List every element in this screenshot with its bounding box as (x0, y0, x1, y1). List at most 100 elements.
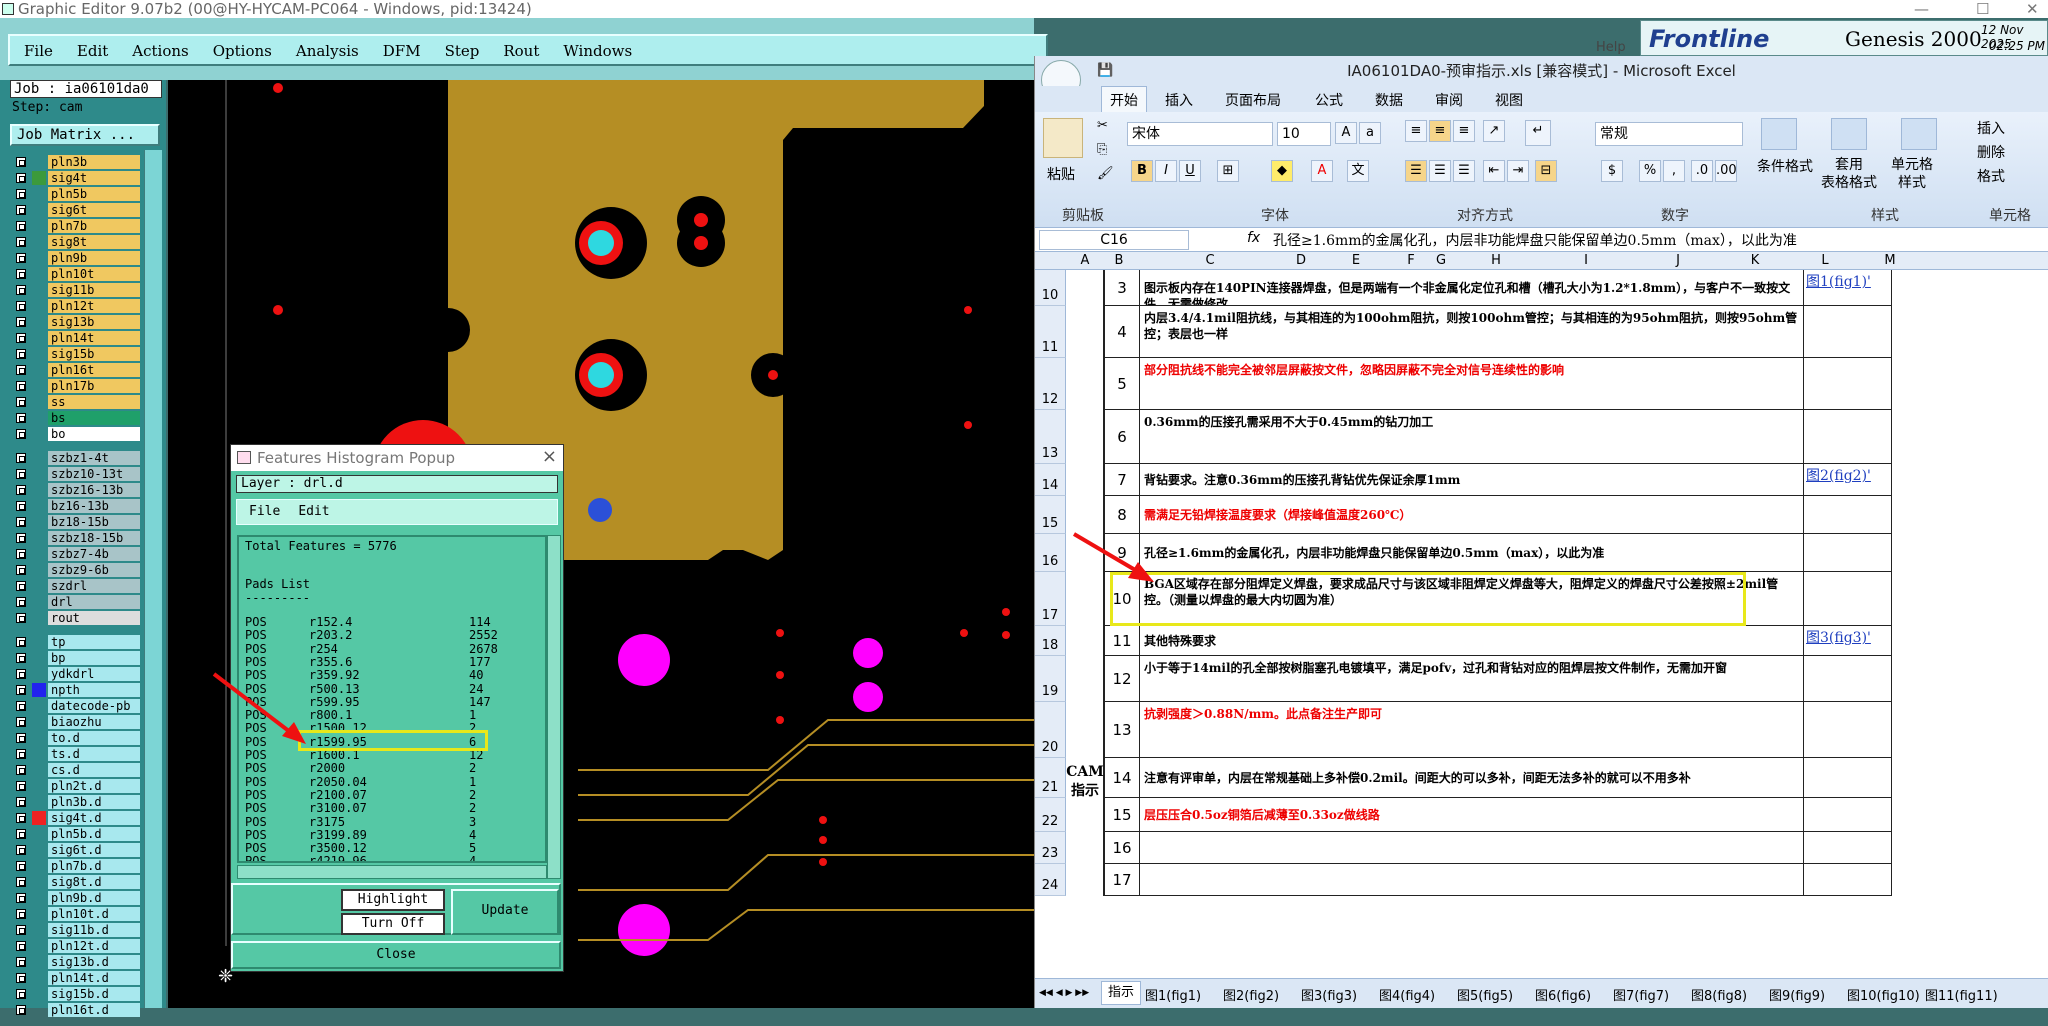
layer-color-swatch[interactable] (32, 763, 46, 777)
layer-color-swatch[interactable] (32, 907, 46, 921)
align-middle-icon[interactable]: ≡ (1429, 120, 1451, 142)
layer-name[interactable]: ts.d (48, 747, 140, 761)
popup-menu-edit[interactable]: Edit (286, 504, 335, 519)
sheet-tab[interactable]: 图2(fig2) (1223, 985, 1279, 1004)
sheet-tab[interactable]: 指示 (1101, 981, 1142, 1005)
font-size-select[interactable]: 10 (1277, 122, 1331, 146)
layer-name[interactable]: pln9b.d (48, 891, 140, 905)
layer-name[interactable]: pln2t.d (48, 779, 140, 793)
row-header[interactable]: 17 (1035, 572, 1066, 626)
layer-color-swatch[interactable] (32, 939, 46, 953)
layer-row[interactable]: ss (10, 394, 158, 410)
layer-row[interactable]: pln16t.d (10, 1002, 158, 1018)
copy-icon[interactable]: ⎘ (1097, 142, 1107, 157)
align-right-icon[interactable]: ☰ (1453, 160, 1475, 182)
layer-row[interactable]: ydkdrl (10, 666, 158, 682)
layer-checkbox[interactable] (16, 989, 26, 999)
phonetic-icon[interactable]: 文 (1347, 160, 1369, 182)
layer-color-swatch[interactable] (32, 315, 46, 329)
layer-row[interactable]: szbz7-4b (10, 546, 158, 562)
layer-color-swatch[interactable] (32, 379, 46, 393)
layer-name[interactable]: pln5b (48, 187, 140, 201)
layer-name[interactable]: biaozhu (48, 715, 140, 729)
layer-row[interactable]: npth (10, 682, 158, 698)
layer-row[interactable]: bz16-13b (10, 498, 158, 514)
format-painter-icon[interactable]: 🖌 (1097, 166, 1114, 181)
layer-checkbox[interactable] (16, 957, 26, 967)
layer-name[interactable]: sig11b (48, 283, 140, 297)
grow-font-icon[interactable]: A (1335, 122, 1357, 144)
layer-row[interactable]: pln9b.d (10, 890, 158, 906)
menu-actions[interactable]: Actions (118, 36, 198, 60)
tab-view[interactable]: 视图 (1495, 90, 1523, 110)
layer-row[interactable]: pln7b.d (10, 858, 158, 874)
layer-color-swatch[interactable] (32, 651, 46, 665)
item-number-cell[interactable]: 4 (1104, 306, 1140, 358)
layer-name[interactable]: szbz9-6b (48, 563, 140, 577)
instruction-cell[interactable]: 层压压合0.5oz铜箔后减薄至0.33oz做线路 (1140, 798, 1804, 832)
layer-checkbox[interactable] (16, 397, 26, 407)
name-box[interactable]: C16 (1039, 230, 1189, 250)
instruction-cell[interactable] (1140, 864, 1804, 896)
layer-name[interactable]: pln17b (48, 379, 140, 393)
layer-color-swatch[interactable] (32, 811, 46, 825)
sheet-tab[interactable]: 图11(fig11) (1925, 985, 1998, 1004)
layer-name[interactable]: datecode-pb (48, 699, 140, 713)
layer-color-swatch[interactable] (32, 251, 46, 265)
layer-checkbox[interactable] (16, 549, 26, 559)
item-number-cell[interactable]: 11 (1104, 626, 1140, 656)
layer-color-swatch[interactable] (32, 467, 46, 481)
layer-name[interactable]: szbz10-13t (48, 467, 140, 481)
layer-checkbox[interactable] (16, 173, 26, 183)
layer-name[interactable]: bz16-13b (48, 499, 140, 513)
row-header[interactable]: 22 (1035, 798, 1066, 832)
column-header[interactable]: C (1134, 253, 1286, 268)
layer-checkbox[interactable] (16, 301, 26, 311)
layer-name[interactable]: pln16t.d (48, 1003, 140, 1017)
layer-name[interactable]: sig8t (48, 235, 140, 249)
layer-color-swatch[interactable] (32, 347, 46, 361)
menu-step[interactable]: Step (431, 36, 490, 60)
layer-name[interactable]: pln3b (48, 155, 140, 169)
menu-windows[interactable]: Windows (549, 36, 642, 60)
layer-row[interactable]: szbz18-15b (10, 530, 158, 546)
item-number-cell[interactable]: 8 (1104, 496, 1140, 534)
row-header[interactable]: 13 (1035, 410, 1066, 464)
layer-row[interactable]: pln16t (10, 362, 158, 378)
layer-row[interactable]: sig4t.d (10, 810, 158, 826)
column-header[interactable]: D (1286, 253, 1316, 268)
align-left-icon[interactable]: ☰ (1405, 160, 1427, 182)
comma-icon[interactable]: , (1663, 160, 1685, 182)
menu-edit[interactable]: Edit (63, 36, 118, 60)
italic-button[interactable]: I (1155, 160, 1177, 182)
layer-row[interactable]: sig8t (10, 234, 158, 250)
tab-review[interactable]: 审阅 (1435, 90, 1463, 110)
layer-row[interactable]: sig13b.d (10, 954, 158, 970)
turn-off-button[interactable]: Turn Off (341, 913, 445, 935)
layer-checkbox[interactable] (16, 453, 26, 463)
layer-row[interactable]: pln10t (10, 266, 158, 282)
layer-checkbox[interactable] (16, 749, 26, 759)
layer-checkbox[interactable] (16, 285, 26, 295)
layer-checkbox[interactable] (16, 317, 26, 327)
layer-color-swatch[interactable] (32, 827, 46, 841)
update-button[interactable]: Update (451, 889, 559, 935)
sheet-tab[interactable]: 图1(fig1) (1145, 985, 1201, 1004)
layer-color-swatch[interactable] (32, 635, 46, 649)
layer-checkbox[interactable] (16, 565, 26, 575)
layer-name[interactable]: sig11b.d (48, 923, 140, 937)
item-number-cell[interactable]: 14 (1104, 758, 1140, 798)
layer-name[interactable]: szbz16-13b (48, 483, 140, 497)
layer-color-swatch[interactable] (32, 731, 46, 745)
close-button[interactable]: Close (231, 941, 561, 969)
menu-dfm[interactable]: DFM (369, 36, 431, 60)
layer-checkbox[interactable] (16, 189, 26, 199)
layer-row[interactable]: pln17b (10, 378, 158, 394)
layer-checkbox[interactable] (16, 485, 26, 495)
item-number-cell[interactable]: 17 (1104, 864, 1140, 896)
menu-rout[interactable]: Rout (489, 36, 549, 60)
layer-name[interactable]: sig4t.d (48, 811, 140, 825)
layer-row[interactable]: tp (10, 634, 158, 650)
row-header[interactable]: 20 (1035, 702, 1066, 758)
figure-link-cell[interactable]: 图3(fig3)' (1804, 626, 1892, 656)
